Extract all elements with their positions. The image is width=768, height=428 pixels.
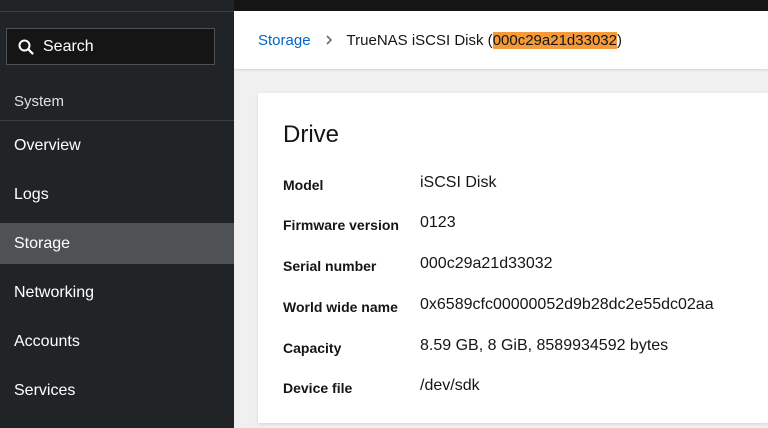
sidebar-item-networking[interactable]: Networking	[0, 272, 234, 313]
field-value: 0123	[420, 214, 456, 231]
field-value: /dev/sdk	[420, 377, 480, 394]
field-value: iSCSI Disk	[420, 174, 497, 191]
breadcrumb-current-prefix: TrueNAS iSCSI Disk (	[346, 31, 493, 49]
field-label: Firmware version	[283, 217, 399, 233]
field-row-wwn: World wide name 0x6589cfc00000052d9b28dc…	[283, 295, 763, 319]
chevron-right-icon	[325, 33, 333, 48]
breadcrumb-serial-highlight: 000c29a21d33032	[492, 31, 617, 49]
sidebar: Search System Overview Logs Storage Netw…	[0, 0, 234, 428]
field-row-device-file: Device file /dev/sdk	[283, 376, 763, 400]
sidebar-nav: Overview Logs Storage Networking Account…	[0, 125, 234, 419]
sidebar-item-services[interactable]: Services	[0, 370, 234, 411]
field-value: 0x6589cfc00000052d9b28dc2e55dc02aa	[420, 296, 714, 313]
search-input[interactable]: Search	[6, 28, 215, 65]
breadcrumb-current: TrueNAS iSCSI Disk (000c29a21d33032)	[346, 31, 622, 49]
field-label: Device file	[283, 380, 353, 396]
field-row-capacity: Capacity 8.59 GB, 8 GiB, 8589934592 byte…	[283, 336, 763, 360]
field-row-model: Model iSCSI Disk	[283, 173, 763, 197]
field-value: 000c29a21d33032	[420, 255, 553, 272]
field-row-firmware: Firmware version 0123	[283, 213, 763, 237]
sidebar-section-divider	[0, 120, 234, 121]
sidebar-item-storage[interactable]: Storage	[0, 223, 234, 264]
masthead-strip	[234, 0, 768, 11]
breadcrumb-current-suffix: )	[616, 31, 622, 49]
sidebar-item-accounts[interactable]: Accounts	[0, 321, 234, 362]
field-value: 8.59 GB, 8 GiB, 8589934592 bytes	[420, 337, 669, 354]
search-icon	[18, 39, 34, 55]
sidebar-item-logs[interactable]: Logs	[0, 174, 234, 215]
drive-card: Drive Model iSCSI Disk Firmware version …	[258, 93, 768, 423]
sidebar-item-overview[interactable]: Overview	[0, 125, 234, 166]
field-row-serial: Serial number 000c29a21d33032	[283, 254, 763, 278]
sidebar-section-title[interactable]: System	[14, 93, 64, 110]
breadcrumb-storage-link[interactable]: Storage	[258, 32, 311, 49]
card-title: Drive	[283, 121, 340, 148]
field-label: Capacity	[283, 340, 342, 356]
sidebar-top-divider	[0, 11, 234, 12]
field-label: World wide name	[283, 299, 398, 315]
search-label: Search	[43, 37, 94, 55]
breadcrumb: Storage TrueNAS iSCSI Disk (000c29a21d33…	[234, 11, 768, 69]
field-label: Model	[283, 177, 324, 193]
field-label: Serial number	[283, 258, 377, 274]
